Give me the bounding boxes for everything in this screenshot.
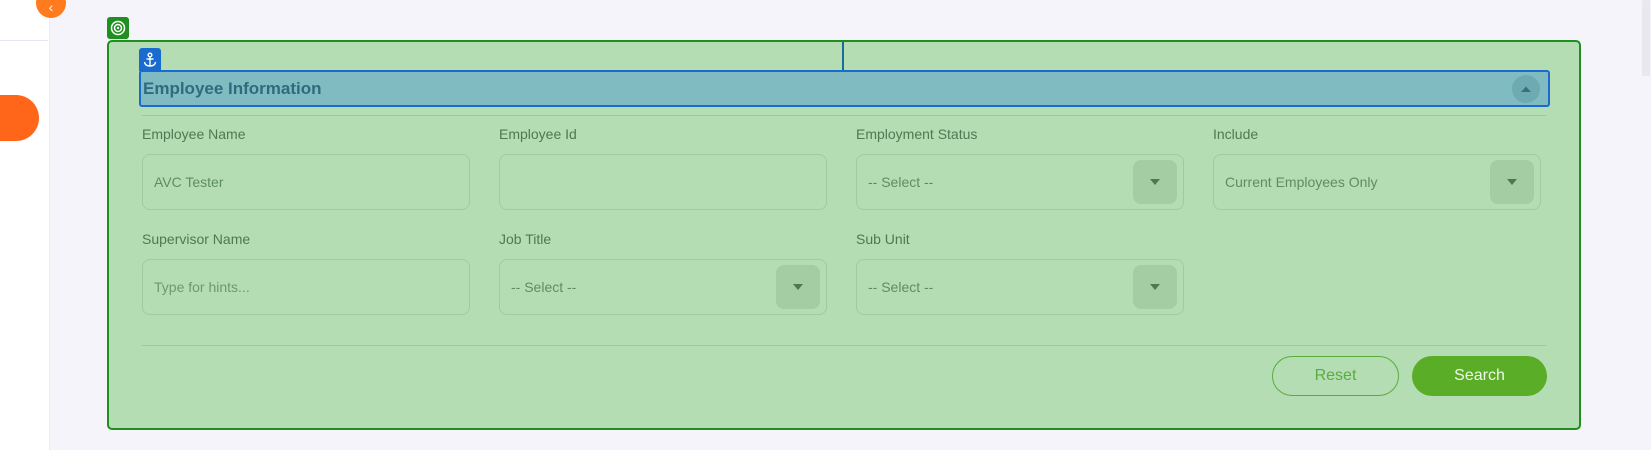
section-title: Employee Information [143, 78, 322, 98]
job-title-select[interactable]: -- Select -- [499, 259, 827, 315]
employment-status-select[interactable]: -- Select -- [856, 154, 1184, 210]
employee-name-field: Employee Name AVC Tester [142, 126, 470, 210]
supervisor-name-input-box[interactable] [142, 259, 470, 315]
sub-unit-field: Sub Unit -- Select -- [856, 231, 1184, 315]
sidebar-divider [0, 40, 48, 41]
sub-unit-dropdown-button[interactable] [1133, 265, 1177, 309]
supervisor-name-input[interactable] [154, 279, 463, 295]
section-toggle-button[interactable] [1512, 74, 1540, 103]
page-scrollbar[interactable] [1641, 0, 1651, 450]
caret-down-icon [1150, 284, 1160, 290]
supervisor-name-label: Supervisor Name [142, 231, 251, 247]
caret-down-icon [1507, 179, 1517, 185]
caret-down-icon [1150, 179, 1160, 185]
include-select[interactable]: Current Employees Only [1213, 154, 1541, 210]
sub-unit-label: Sub Unit [856, 231, 910, 247]
employee-name-input-box[interactable]: AVC Tester [142, 154, 470, 210]
sub-unit-select[interactable]: -- Select -- [856, 259, 1184, 315]
sidebar-active-item[interactable] [0, 95, 39, 141]
layout-divider [842, 41, 844, 70]
job-title-label: Job Title [499, 231, 552, 247]
target-icon [107, 17, 129, 39]
caret-down-icon [793, 284, 803, 290]
chevron-left-icon: ‹ [48, 0, 54, 15]
supervisor-name-field: Supervisor Name [142, 231, 470, 315]
employee-id-input-box[interactable] [499, 154, 827, 210]
scrollbar-thumb[interactable] [1642, 0, 1650, 76]
section-header[interactable]: Employee Information [139, 70, 1550, 107]
job-title-value: -- Select -- [511, 279, 577, 295]
employee-name-label: Employee Name [142, 126, 246, 142]
anchor-icon [139, 48, 161, 71]
employment-status-field: Employment Status -- Select -- [856, 126, 1184, 210]
sidebar [0, 0, 50, 450]
employment-status-value: -- Select -- [868, 174, 934, 190]
include-label: Include [1213, 126, 1259, 142]
employment-status-dropdown-button[interactable] [1133, 160, 1177, 204]
job-title-dropdown-button[interactable] [776, 265, 820, 309]
employee-id-label: Employee Id [499, 126, 577, 142]
sub-unit-value: -- Select -- [868, 279, 934, 295]
section-divider [142, 115, 1546, 116]
include-value: Current Employees Only [1225, 174, 1378, 190]
reset-button[interactable]: Reset [1272, 356, 1399, 396]
employee-id-field: Employee Id [499, 126, 827, 210]
job-title-field: Job Title -- Select -- [499, 231, 827, 315]
employment-status-label: Employment Status [856, 126, 978, 142]
employee-name-input[interactable]: AVC Tester [154, 174, 224, 190]
chevron-up-icon [1521, 86, 1531, 92]
include-field: Include Current Employees Only [1213, 126, 1541, 210]
include-dropdown-button[interactable] [1490, 160, 1534, 204]
search-button[interactable]: Search [1412, 356, 1547, 396]
actions-divider [142, 345, 1546, 346]
